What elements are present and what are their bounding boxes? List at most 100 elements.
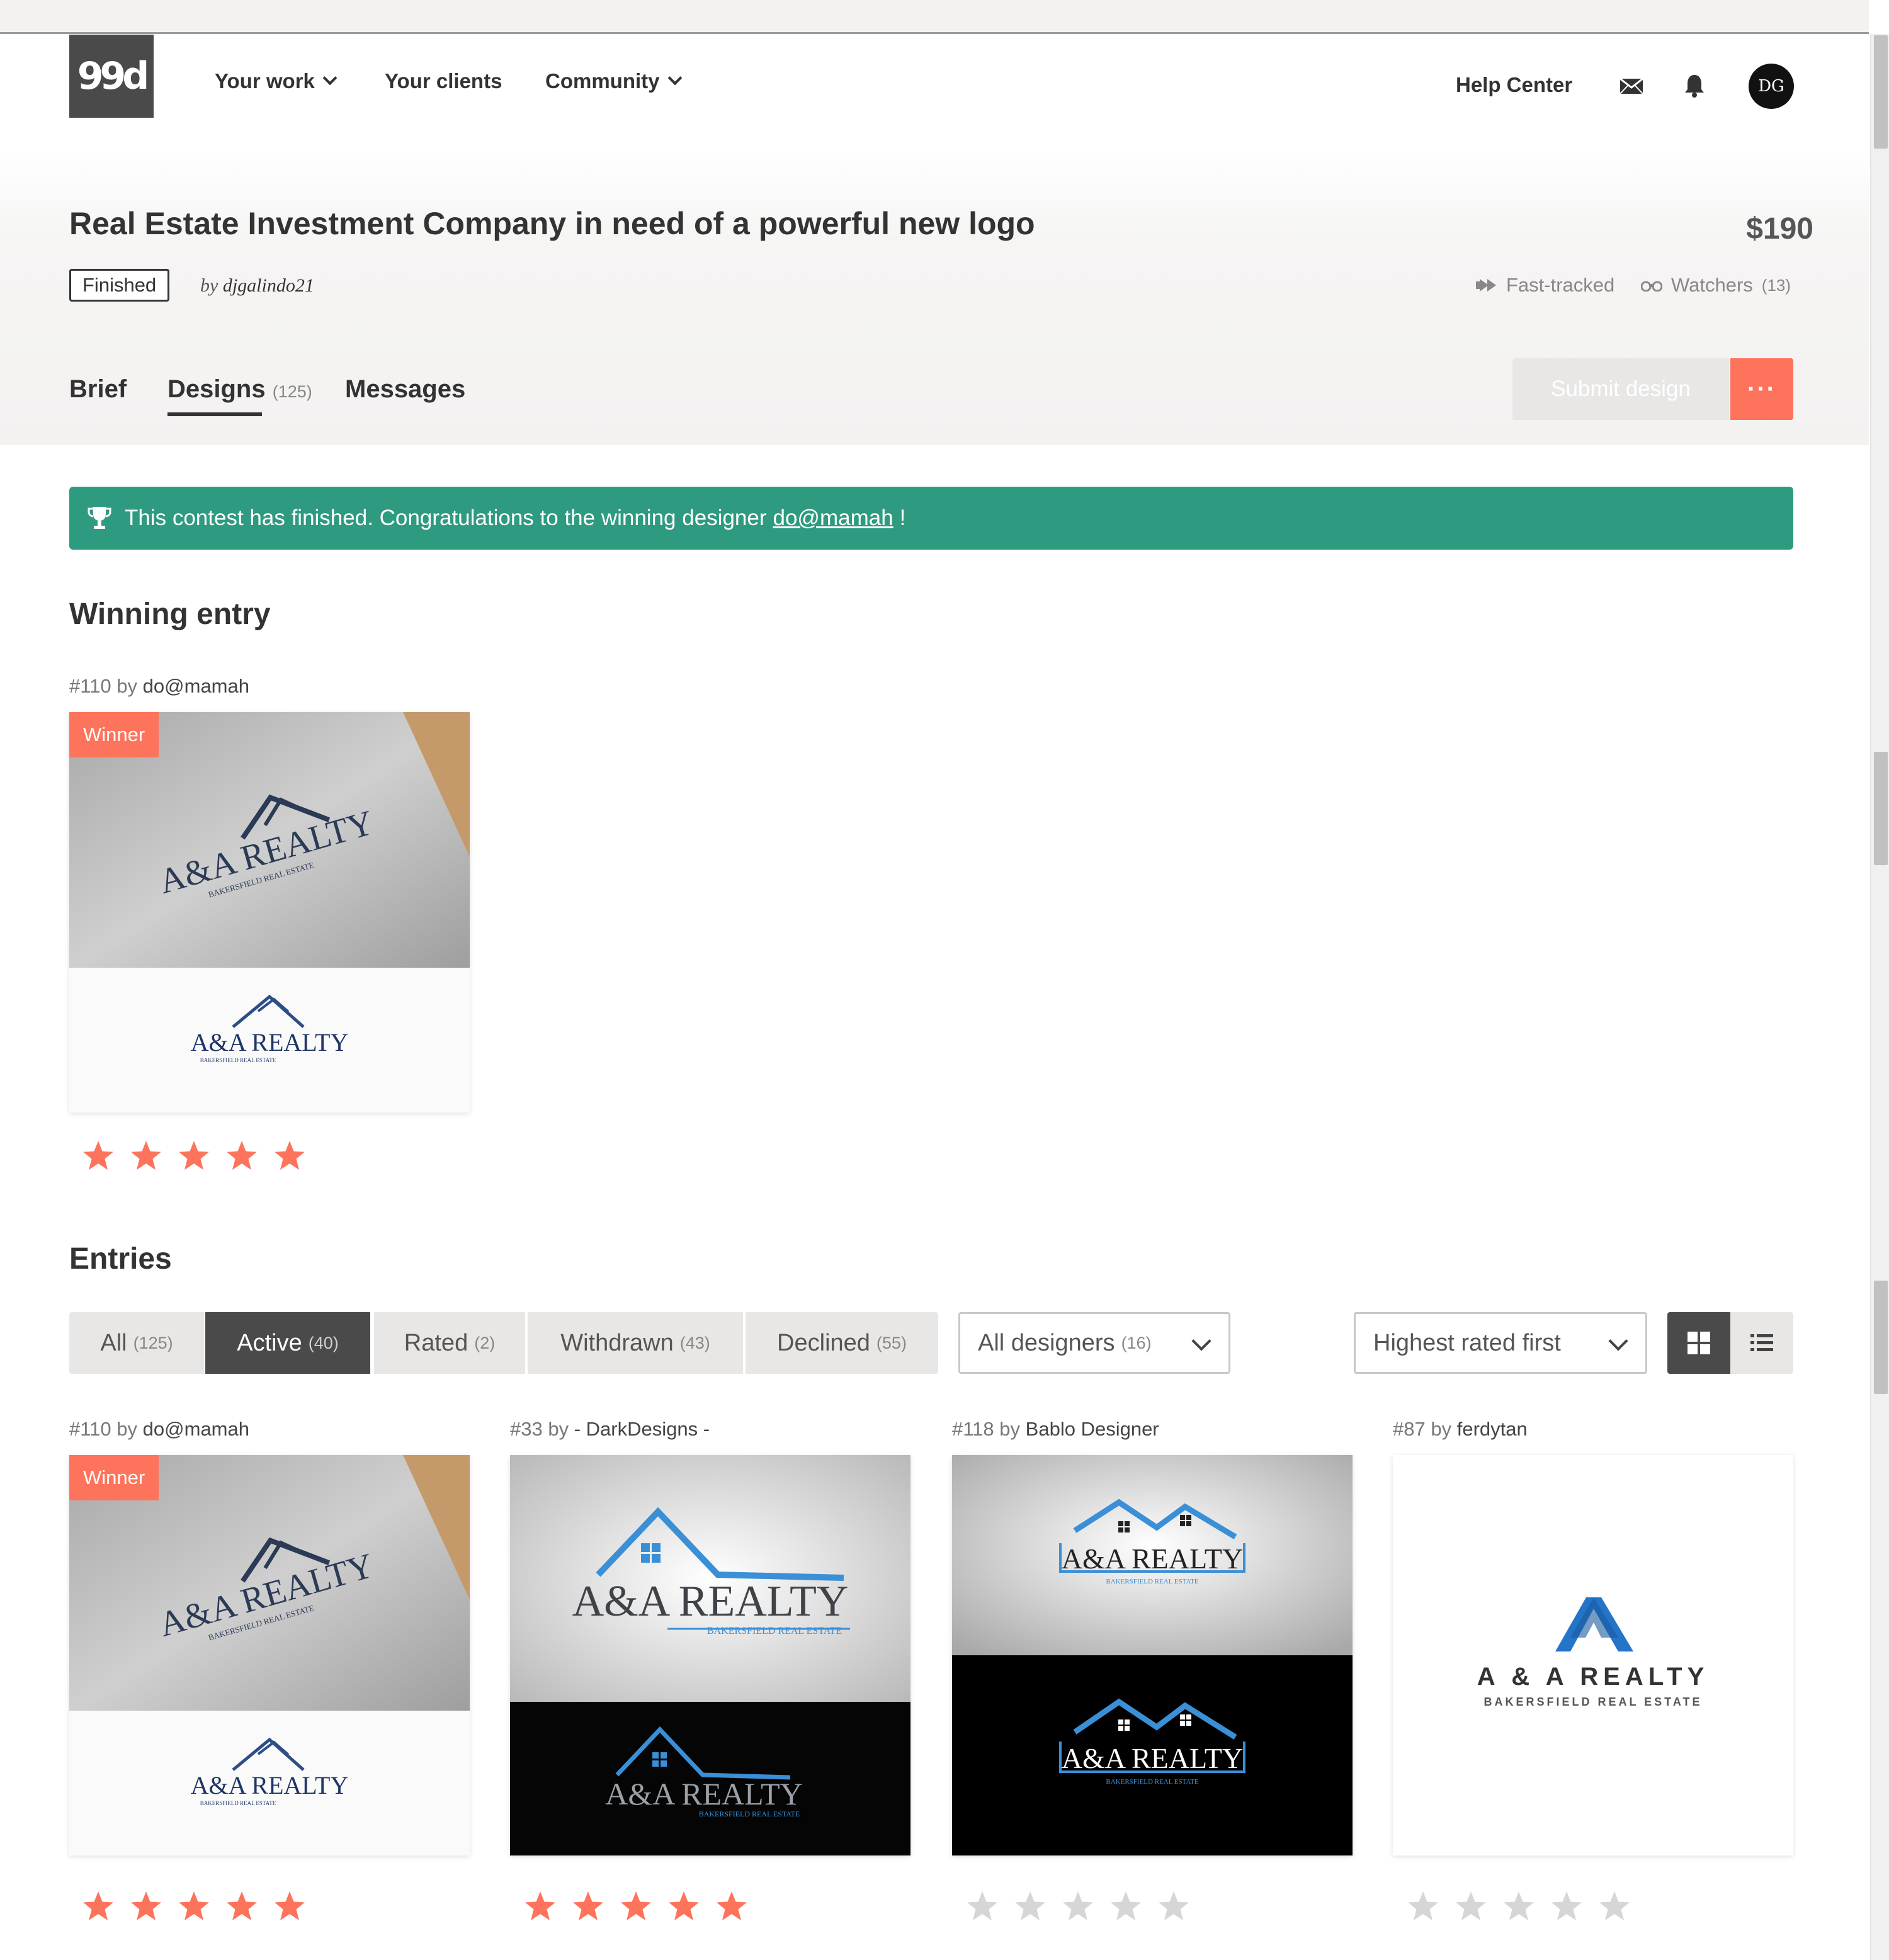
logo-brand-text: A&A REALTY	[191, 1028, 349, 1056]
filter-active[interactable]: Active (40)	[205, 1312, 370, 1374]
entry-designer[interactable]: do@mamah	[143, 1418, 249, 1440]
fast-tracked-badge: Fast-tracked	[1476, 274, 1614, 297]
help-center-link[interactable]: Help Center	[1456, 73, 1572, 97]
tab-designs[interactable]: Designs (125)	[167, 375, 312, 404]
nav-your-clients[interactable]: Your clients	[385, 69, 502, 93]
winner-badge: Winner	[69, 712, 159, 757]
logo-tagline-text: BAKERSFIELD REAL ESTATE	[200, 1057, 276, 1063]
entry-number: #110	[69, 675, 111, 697]
scrollbar-thumb[interactable]	[1874, 35, 1888, 149]
chevron-down-icon	[1608, 1331, 1628, 1351]
filter-declined[interactable]: Declined (55)	[746, 1312, 938, 1374]
more-options-button[interactable]: ···	[1730, 358, 1793, 420]
logo-tagline-text: BAKERSFIELD REAL ESTATE	[200, 1800, 276, 1806]
winning-entry-card[interactable]: Winner A&A REALTY BAKERSFIELD REAL ESTAT…	[69, 712, 470, 1113]
browser-top-strip	[0, 0, 1869, 34]
star-icon[interactable]	[1157, 1890, 1190, 1923]
star-icon[interactable]	[1109, 1890, 1142, 1923]
filter-all[interactable]: All (125)	[69, 1312, 204, 1374]
entry-caption: #110 by do@mamah	[69, 1418, 249, 1441]
star-icon[interactable]	[1014, 1890, 1047, 1923]
entry-rating-stars[interactable]	[82, 1890, 306, 1923]
99designs-logo[interactable]: 99d	[69, 35, 154, 118]
star-icon[interactable]	[524, 1890, 557, 1923]
filter-count: (125)	[133, 1333, 173, 1352]
designers-select[interactable]: All designers (16)	[958, 1312, 1230, 1374]
scrollbar-thumb[interactable]	[1874, 752, 1888, 865]
nav-community[interactable]: Community	[545, 69, 682, 93]
star-icon[interactable]	[130, 1890, 162, 1923]
entry-card[interactable]: A & A REALTY BAKERSFIELD REAL ESTATE	[1393, 1455, 1793, 1855]
sort-select[interactable]: Highest rated first	[1354, 1312, 1647, 1374]
filter-label: Declined	[777, 1329, 870, 1356]
by-prefix: by	[200, 275, 218, 296]
entry-designer[interactable]: - DarkDesigns -	[574, 1418, 710, 1440]
active-tab-indicator	[167, 412, 262, 416]
filter-count: (55)	[876, 1333, 907, 1352]
winning-designer-link[interactable]: do@mamah	[773, 506, 893, 531]
entry-caption: #33 by - DarkDesigns -	[510, 1418, 710, 1441]
star-icon[interactable]	[1550, 1890, 1583, 1923]
star-icon[interactable]	[273, 1890, 306, 1923]
star-icon[interactable]	[82, 1140, 115, 1172]
filter-rated[interactable]: Rated (2)	[374, 1312, 525, 1374]
bell-icon[interactable]	[1684, 74, 1705, 98]
entry-card[interactable]: A&A REALTY BAKERSFIELD REAL ESTATE A&A R…	[510, 1455, 910, 1855]
status-badge: Finished	[69, 269, 170, 302]
entry-rating-stars[interactable]	[1407, 1890, 1631, 1923]
design-thumbnail: A&A REALTY BAKERSFIELD REAL ESTATE A&A R…	[69, 1455, 470, 1855]
banner-text: This contest has finished. Congratulatio…	[125, 506, 767, 530]
entry-designer[interactable]: ferdytan	[1457, 1418, 1528, 1440]
star-icon[interactable]	[82, 1890, 115, 1923]
entry-card[interactable]: A&A REALTY BAKERSFIELD REAL ESTATE A&A R…	[952, 1455, 1353, 1855]
star-icon[interactable]	[1062, 1890, 1094, 1923]
scrollbar-thumb[interactable]	[1874, 1281, 1888, 1394]
chevron-down-icon	[667, 71, 682, 86]
fast-tracked-label: Fast-tracked	[1506, 274, 1615, 296]
star-icon[interactable]	[1598, 1890, 1631, 1923]
designers-select-label: All designers	[978, 1329, 1115, 1356]
star-icon[interactable]	[620, 1890, 652, 1923]
watchers-link[interactable]: Watchers (13)	[1641, 274, 1791, 297]
envelope-icon[interactable]	[1620, 79, 1643, 94]
tab-messages[interactable]: Messages	[345, 375, 465, 404]
entry-designer[interactable]: Bablo Designer	[1026, 1418, 1159, 1440]
star-icon[interactable]	[1407, 1890, 1439, 1923]
star-icon[interactable]	[130, 1140, 162, 1172]
page-scrollbar[interactable]	[1870, 34, 1889, 1960]
star-icon[interactable]	[966, 1890, 999, 1923]
logo-tagline-text: BAKERSFIELD REAL ESTATE	[1483, 1696, 1702, 1708]
star-icon[interactable]	[715, 1890, 748, 1923]
entry-card[interactable]: Winner A&A REALTY BAKERSFIELD REAL ESTAT…	[69, 1455, 470, 1855]
star-icon[interactable]	[178, 1890, 210, 1923]
star-icon[interactable]	[225, 1140, 258, 1172]
entry-rating-stars[interactable]	[524, 1890, 748, 1923]
list-view-button[interactable]	[1730, 1312, 1793, 1374]
design-thumbnail: A & A REALTY BAKERSFIELD REAL ESTATE	[1393, 1455, 1793, 1855]
nav-community-label: Community	[545, 69, 660, 93]
winner-badge: Winner	[69, 1455, 159, 1500]
entry-rating-stars[interactable]	[966, 1890, 1190, 1923]
user-avatar[interactable]: DG	[1749, 64, 1794, 109]
star-icon[interactable]	[273, 1140, 306, 1172]
logo-tagline-text: BAKERSFIELD REAL ESTATE	[707, 1626, 842, 1636]
tab-brief[interactable]: Brief	[69, 375, 127, 404]
filter-count: (40)	[308, 1333, 339, 1352]
filter-withdrawn[interactable]: Withdrawn (43)	[528, 1312, 743, 1374]
nav-your-work[interactable]: Your work	[215, 69, 338, 93]
star-icon[interactable]	[225, 1890, 258, 1923]
logo-brand-text: A&A REALTY	[572, 1577, 849, 1626]
entry-number: #118	[952, 1418, 994, 1440]
submit-design-button[interactable]: Submit design	[1512, 358, 1729, 420]
star-icon[interactable]	[1502, 1890, 1535, 1923]
star-icon[interactable]	[178, 1140, 210, 1172]
winning-rating-stars[interactable]	[82, 1140, 306, 1172]
star-icon[interactable]	[667, 1890, 700, 1923]
logo-brand-text: A&A REALTY	[1062, 1742, 1243, 1774]
star-icon[interactable]	[1455, 1890, 1487, 1923]
star-icon[interactable]	[572, 1890, 604, 1923]
entry-designer[interactable]: do@mamah	[143, 675, 249, 697]
grid-view-button[interactable]	[1667, 1312, 1730, 1374]
owner-handle[interactable]: djgalindo21	[223, 275, 314, 296]
entry-number: #110	[69, 1418, 111, 1440]
